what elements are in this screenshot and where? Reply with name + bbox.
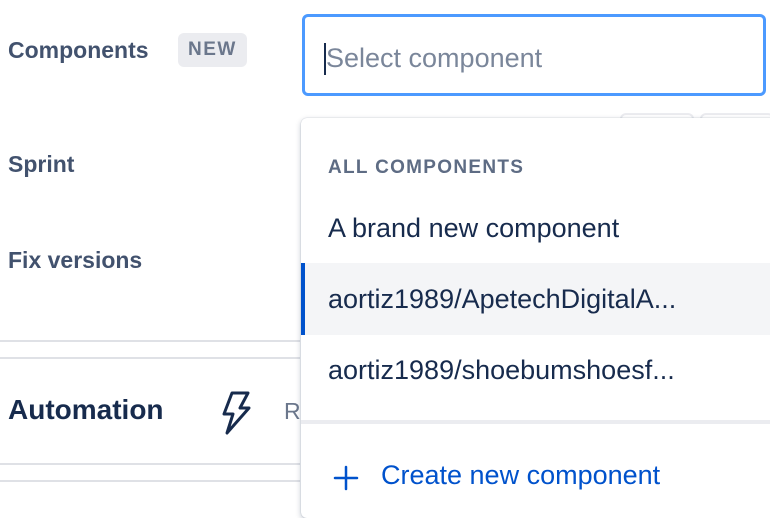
section-divider bbox=[0, 463, 300, 465]
new-badge: NEW bbox=[178, 33, 247, 67]
lightning-bolt-icon[interactable] bbox=[218, 390, 252, 436]
section-divider bbox=[0, 357, 300, 359]
fix-versions-label: Fix versions bbox=[8, 247, 143, 273]
automation-rules-text: R bbox=[284, 398, 301, 424]
plus-icon bbox=[333, 465, 359, 491]
option-apetech-digital[interactable]: aortiz1989/ApetechDigitalA... bbox=[301, 263, 770, 335]
option-label: A brand new component bbox=[328, 213, 620, 243]
group-heading: ALL COMPONENTS bbox=[328, 157, 525, 178]
option-label: aortiz1989/shoebumshoesf... bbox=[328, 355, 675, 385]
sprint-label: Sprint bbox=[8, 151, 75, 177]
component-select-input[interactable]: Select component bbox=[302, 14, 766, 96]
section-divider bbox=[0, 480, 300, 482]
section-divider bbox=[0, 340, 300, 342]
option-label: aortiz1989/ApetechDigitalA... bbox=[328, 284, 677, 314]
component-dropdown-menu: ALL COMPONENTS A brand new component aor… bbox=[301, 118, 770, 518]
create-new-component-label: Create new component bbox=[381, 460, 661, 490]
menu-divider bbox=[301, 420, 770, 424]
create-new-component-button[interactable]: Create new component bbox=[301, 444, 770, 514]
components-label: Components bbox=[8, 37, 149, 63]
option-shoebum-shoes[interactable]: aortiz1989/shoebumshoesf... bbox=[301, 334, 770, 406]
select-placeholder: Select component bbox=[326, 43, 543, 73]
option-brand-new-component[interactable]: A brand new component bbox=[301, 192, 770, 264]
automation-heading: Automation bbox=[8, 394, 164, 425]
